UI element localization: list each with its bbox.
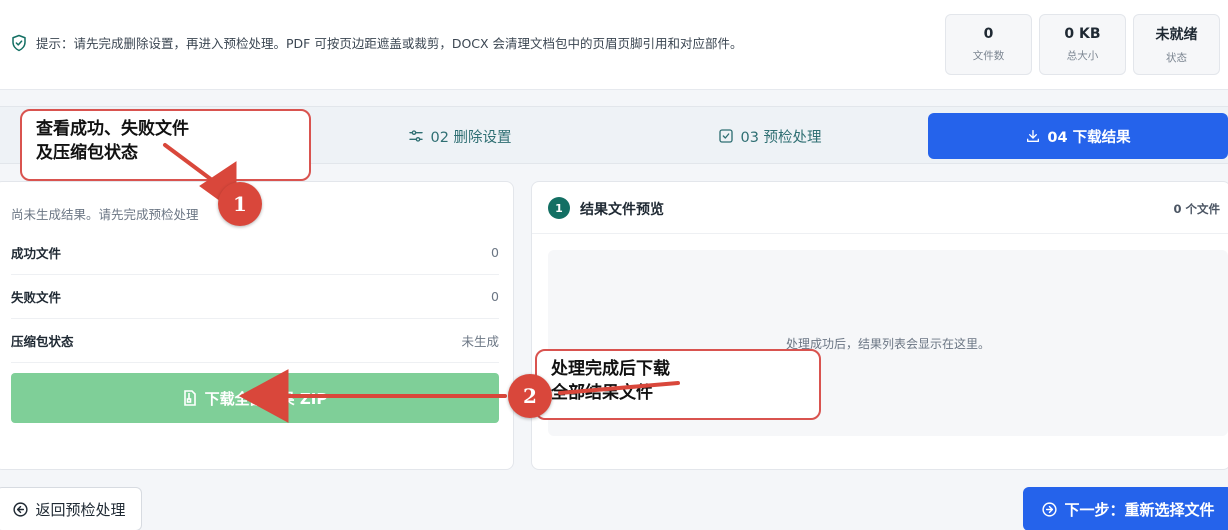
- download-zip-button[interactable]: 下载全部结果 ZIP: [11, 373, 499, 423]
- row-value: 未生成: [461, 334, 499, 349]
- shield-check-icon: [12, 34, 26, 51]
- tab-download-results[interactable]: 04 下载结果: [928, 113, 1228, 159]
- stat-status: 未就绪 状态: [1133, 14, 1220, 75]
- file-count: 0 个文件: [1173, 202, 1220, 216]
- empty-state-text: 处理成功后，结果列表会显示在这里。: [785, 336, 990, 351]
- summary-row-failed: 失败文件 0: [11, 275, 499, 319]
- annotation-callout-1: 查看成功、失败文件 及压缩包状态: [20, 109, 311, 181]
- download-zip-label: 下载全部结果 ZIP: [204, 389, 328, 408]
- stat-value: 0: [983, 26, 994, 42]
- summary-row-success: 成功文件 0: [11, 231, 499, 275]
- result-summary-card: 尚未生成结果。请先完成预检处理 成功文件 0 失败文件 0 压缩包状态 未生成 …: [0, 181, 514, 470]
- callout-line: 查看成功、失败文件: [36, 119, 189, 139]
- stat-label: 文件数: [972, 50, 1005, 62]
- download-icon: [1027, 130, 1040, 142]
- stat-label: 状态: [1166, 52, 1187, 64]
- stat-file-count: 0 文件数: [945, 14, 1032, 75]
- result-preview-card: 1 结果文件预览 0 个文件 处理成功后，结果列表会显示在这里。: [531, 181, 1228, 470]
- stat-label: 总大小: [1066, 50, 1099, 62]
- back-to-precheck-button[interactable]: 返回预检处理: [0, 487, 142, 530]
- row-label: 失败文件: [11, 290, 62, 305]
- tab-label: 03 预检处理: [740, 129, 822, 146]
- annotation-marker-1: 1: [218, 182, 262, 226]
- checkbox-icon: [719, 129, 734, 143]
- tip-banner: 提示：请先完成删除设置，再进入预检处理。PDF 可按页边距遮盖或裁剪，DOCX …: [10, 33, 743, 52]
- step-number-badge: 1: [548, 197, 570, 219]
- row-value: 0: [491, 289, 499, 304]
- next-step-button[interactable]: 下一步：重新选择文件: [1023, 487, 1228, 530]
- back-label: 返回预检处理: [35, 500, 126, 519]
- tab-label: 04 下载结果: [1047, 129, 1131, 146]
- row-label: 压缩包状态: [11, 334, 74, 349]
- stat-value: 未就绪: [1155, 27, 1198, 43]
- summary-row-zip-status: 压缩包状态 未生成: [11, 319, 499, 363]
- tab-label: 02 删除设置: [430, 129, 512, 146]
- preview-title: 结果文件预览: [580, 202, 664, 218]
- arrow-right-circle-icon: [1042, 501, 1058, 517]
- arrow-left-circle-icon: [13, 501, 29, 517]
- annotation-marker-2: 2: [508, 374, 552, 418]
- callout-line: 全部结果文件: [551, 383, 653, 403]
- tab-precheck[interactable]: 03 预检处理: [660, 113, 880, 159]
- stat-total-size: 0 KB 总大小: [1039, 14, 1126, 75]
- next-label: 下一步：重新选择文件: [1064, 500, 1215, 519]
- tip-text: 提示：请先完成删除设置，再进入预检处理。PDF 可按页边距遮盖或裁剪，DOCX …: [36, 36, 743, 51]
- top-bar: 提示：请先完成删除设置，再进入预检处理。PDF 可按页边距遮盖或裁剪，DOCX …: [0, 0, 1228, 90]
- row-label: 成功文件: [11, 246, 62, 261]
- file-zip-icon: [183, 390, 196, 406]
- stat-value: 0 KB: [1064, 26, 1101, 42]
- sliders-icon: [409, 130, 424, 142]
- empty-result-note: 尚未生成结果。请先完成预检处理: [11, 207, 199, 222]
- tab-delete-settings[interactable]: 02 删除设置: [350, 113, 570, 159]
- preview-header: 1 结果文件预览 0 个文件: [532, 182, 1228, 234]
- row-value: 0: [491, 245, 499, 260]
- callout-line: 及压缩包状态: [36, 143, 138, 163]
- callout-line: 处理完成后下载: [551, 359, 670, 379]
- annotation-callout-2: 处理完成后下载 全部结果文件: [535, 349, 821, 420]
